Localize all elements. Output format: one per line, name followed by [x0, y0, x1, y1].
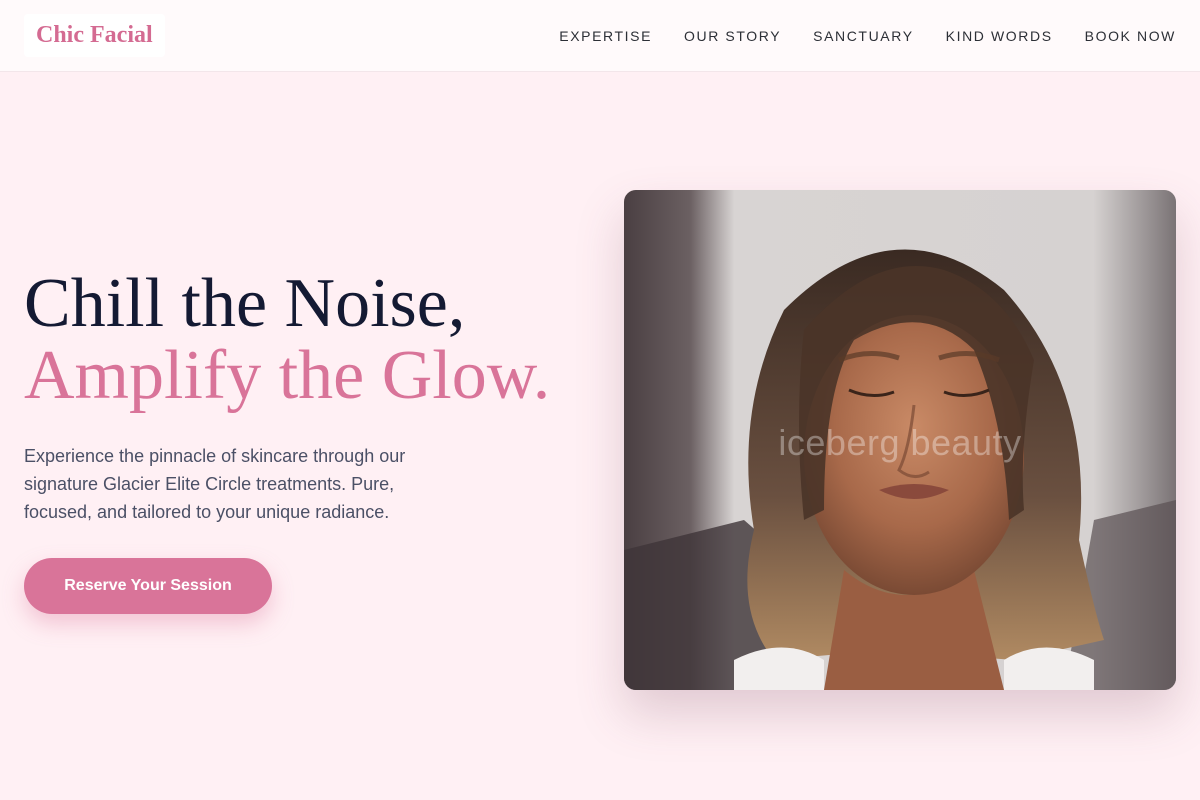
- hero-portrait-image: iceberg beauty: [624, 190, 1176, 690]
- nav-link-our-story[interactable]: OUR STORY: [684, 28, 781, 44]
- hero-content: Chill the Noise, Amplify the Glow. Exper…: [24, 268, 584, 614]
- nav-link-sanctuary[interactable]: SANCTUARY: [813, 28, 914, 44]
- hero-headline: Chill the Noise, Amplify the Glow.: [24, 268, 584, 412]
- nav-link-kind-words[interactable]: KIND WORDS: [946, 28, 1053, 44]
- logo-container[interactable]: Chic Facial: [24, 14, 165, 57]
- headline-line-1: Chill the Noise,: [24, 265, 466, 342]
- brand-logo[interactable]: Chic Facial: [36, 22, 153, 48]
- main-nav: EXPERTISE OUR STORY SANCTUARY KIND WORDS…: [559, 28, 1176, 44]
- reserve-session-button[interactable]: Reserve Your Session: [24, 558, 272, 614]
- headline-line-2: Amplify the Glow.: [24, 337, 551, 414]
- top-navbar: Chic Facial EXPERTISE OUR STORY SANCTUAR…: [0, 0, 1200, 72]
- hero-description: Experience the pinnacle of skincare thro…: [24, 446, 406, 522]
- portrait-illustration: [624, 190, 1176, 690]
- nav-link-book-now[interactable]: BOOK NOW: [1085, 28, 1176, 44]
- nav-link-expertise[interactable]: EXPERTISE: [559, 28, 652, 44]
